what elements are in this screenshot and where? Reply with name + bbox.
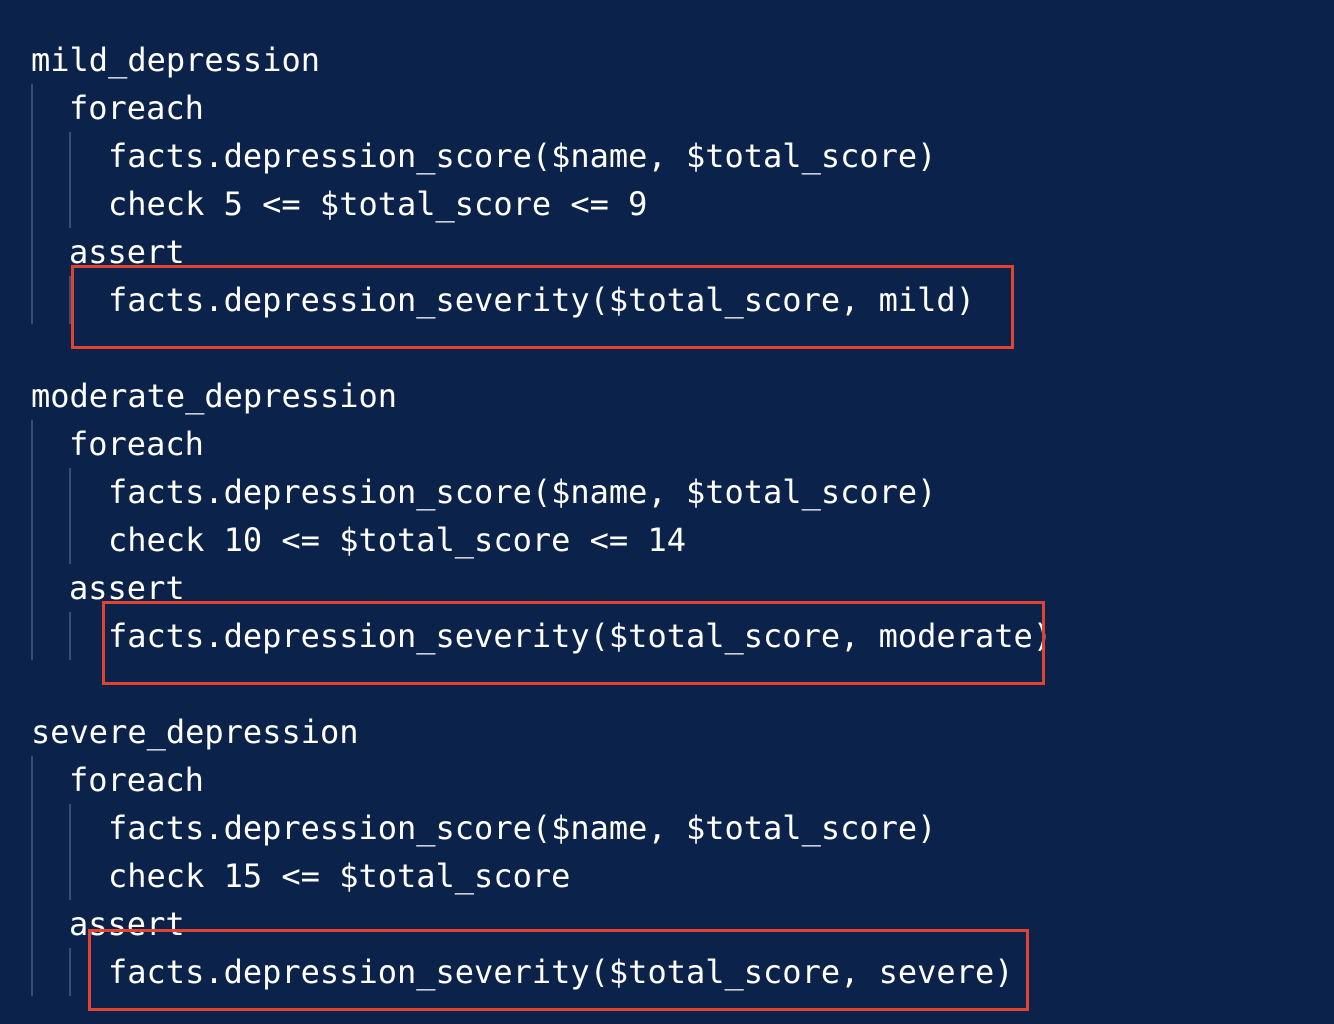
indent-guide	[31, 756, 33, 996]
rule-name: mild_depression	[31, 41, 320, 79]
indent-guide	[69, 612, 71, 660]
assert-keyword: assert	[69, 233, 185, 271]
check-condition: check 15 <= $total_score	[108, 857, 571, 895]
check-condition: check 5 <= $total_score <= 9	[108, 185, 648, 223]
indent-guide	[69, 468, 71, 564]
fact-pattern: facts.depression_score($name, $total_sco…	[108, 809, 937, 847]
indent-guide	[69, 276, 71, 324]
assert-keyword: assert	[69, 905, 185, 943]
fact-pattern: facts.depression_score($name, $total_sco…	[108, 137, 937, 175]
foreach-keyword: foreach	[69, 425, 204, 463]
indent-guide	[31, 420, 33, 660]
assertion-fact: facts.depression_severity($total_score, …	[108, 617, 1053, 655]
indent-guide	[31, 84, 33, 324]
assertion-fact: facts.depression_severity($total_score, …	[108, 953, 1014, 991]
rule-name: severe_depression	[31, 713, 359, 751]
check-condition: check 10 <= $total_score <= 14	[108, 521, 686, 559]
indent-guide	[69, 948, 71, 996]
fact-pattern: facts.depression_score($name, $total_sco…	[108, 473, 937, 511]
indent-guide	[69, 804, 71, 900]
assert-keyword: assert	[69, 569, 185, 607]
rule-name: moderate_depression	[31, 377, 398, 415]
foreach-keyword: foreach	[69, 89, 204, 127]
code-editor: mild_depression foreach facts.depression…	[0, 0, 1334, 1024]
foreach-keyword: foreach	[69, 761, 204, 799]
indent-guide	[69, 132, 71, 228]
assertion-fact: facts.depression_severity($total_score, …	[108, 281, 975, 319]
